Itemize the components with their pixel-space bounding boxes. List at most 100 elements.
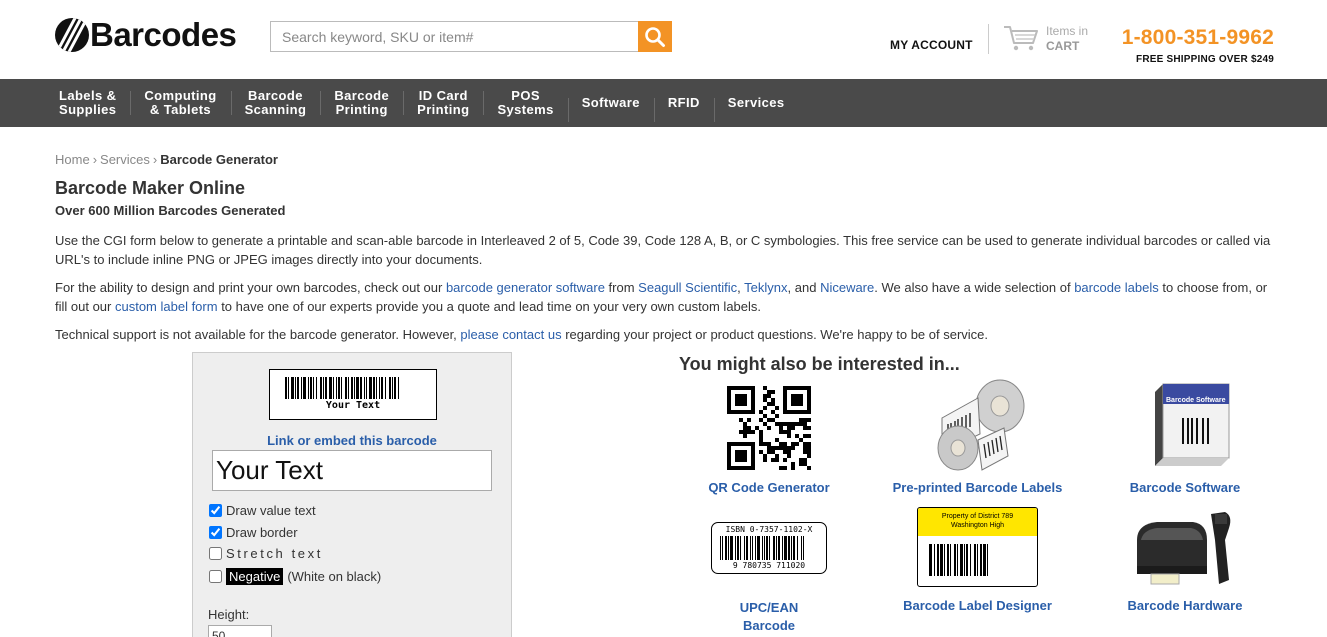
option-draw-border[interactable]: Draw border bbox=[208, 525, 298, 540]
qr-module bbox=[775, 458, 779, 462]
qr-module bbox=[807, 386, 811, 390]
barcode-bar bbox=[725, 536, 727, 560]
qr-module bbox=[795, 394, 799, 398]
option-draw-value-text[interactable]: Draw value text bbox=[208, 503, 316, 518]
link-niceware[interactable]: Niceware bbox=[820, 280, 874, 295]
barcode-bar bbox=[755, 536, 756, 560]
link-custom-label-form[interactable]: custom label form bbox=[115, 299, 218, 314]
nav-item-services[interactable]: Services bbox=[713, 96, 799, 122]
barcode-bar bbox=[728, 536, 729, 560]
qr-module bbox=[803, 446, 807, 450]
tile-label[interactable]: Barcode Software bbox=[1115, 479, 1255, 497]
negative-checkbox[interactable] bbox=[209, 570, 222, 583]
qr-module bbox=[743, 422, 747, 426]
qr-module bbox=[787, 422, 791, 426]
nav-item-id-card-printing[interactable]: ID Card Printing bbox=[403, 89, 483, 117]
tile-barcode-software[interactable]: Barcode Software Barcode Software bbox=[1115, 378, 1255, 500]
qr-module bbox=[791, 410, 795, 414]
tile-upc-ean-generator[interactable]: ISBN 0-7357-1102-X 9 780735 711020 UPC/E… bbox=[695, 518, 843, 637]
barcode-bar bbox=[385, 377, 386, 399]
qr-module bbox=[735, 410, 739, 414]
qr-module bbox=[787, 450, 791, 454]
nav-item-rfid[interactable]: RFID bbox=[653, 96, 714, 122]
qr-module bbox=[759, 418, 763, 422]
nav-item-labels-supplies[interactable]: Labels & Supplies bbox=[45, 89, 130, 117]
link-teklynx[interactable]: Teklynx bbox=[744, 280, 787, 295]
qr-module bbox=[739, 398, 743, 402]
qr-module bbox=[771, 446, 775, 450]
draw-value-checkbox[interactable] bbox=[209, 504, 222, 517]
software-box-text: Barcode Software bbox=[1166, 397, 1226, 404]
search-button[interactable] bbox=[638, 21, 672, 52]
stretch-text-checkbox[interactable] bbox=[209, 547, 222, 560]
barcode-bar bbox=[308, 377, 309, 399]
qr-module bbox=[739, 410, 743, 414]
cart-label-cart: CART bbox=[1046, 39, 1080, 53]
qr-module bbox=[771, 450, 775, 454]
option-stretch-text[interactable]: Stretch text bbox=[208, 546, 323, 561]
tile-label[interactable]: UPC/EAN Barcode Generator bbox=[715, 599, 823, 637]
tile-label[interactable]: Pre-printed Barcode Labels bbox=[880, 479, 1075, 497]
software-paragraph: For the ability to design and print your… bbox=[55, 280, 1268, 314]
nav-item-barcode-scanning[interactable]: Barcode Scanning bbox=[230, 89, 321, 117]
tile-label[interactable]: Barcode Hardware bbox=[1115, 597, 1255, 615]
label-rolls-icon bbox=[937, 379, 1025, 471]
qr-module bbox=[799, 398, 803, 402]
cart-link[interactable]: Items in CART bbox=[1003, 24, 1088, 54]
search-input[interactable] bbox=[270, 21, 638, 52]
qr-module bbox=[807, 450, 811, 454]
phone-number[interactable]: 1-800-351-9962 bbox=[1122, 26, 1274, 50]
tile-barcode-hardware[interactable]: Barcode Hardware bbox=[1115, 506, 1255, 621]
barcode-bar bbox=[740, 536, 741, 560]
barcode-bar bbox=[301, 377, 302, 399]
qr-module bbox=[795, 402, 799, 406]
qr-module bbox=[763, 406, 767, 410]
qr-module bbox=[775, 454, 779, 458]
qr-module bbox=[807, 426, 811, 430]
barcode-bar bbox=[369, 377, 372, 399]
qr-module bbox=[803, 450, 807, 454]
tile-label[interactable]: Barcode Label Designer bbox=[880, 597, 1075, 615]
qr-module bbox=[803, 410, 807, 414]
qr-module bbox=[739, 402, 743, 406]
qr-module bbox=[767, 450, 771, 454]
qr-module bbox=[807, 466, 811, 470]
cart-label-items: Items in bbox=[1046, 24, 1089, 38]
link-seagull-scientific[interactable]: Seagull Scientific bbox=[638, 280, 737, 295]
link-barcode-generator-software[interactable]: barcode generator software bbox=[446, 280, 605, 295]
barcode-bar bbox=[980, 544, 982, 576]
site-logo[interactable]: Barcodes bbox=[55, 17, 237, 53]
barcode-text-input[interactable] bbox=[212, 450, 492, 491]
tile-preprinted-labels[interactable]: Pre-printed Barcode Labels bbox=[880, 378, 1075, 500]
barcode-bar bbox=[735, 536, 736, 560]
draw-border-checkbox[interactable] bbox=[209, 526, 222, 539]
nav-item-computing-tablets[interactable]: Computing & Tablets bbox=[130, 89, 230, 117]
qr-module bbox=[763, 414, 767, 418]
tile-qr-code-generator[interactable]: QR Code Generator bbox=[695, 382, 843, 500]
link-barcode-labels[interactable]: barcode labels bbox=[1074, 280, 1159, 295]
barcode-bar bbox=[722, 536, 723, 560]
height-input[interactable] bbox=[208, 625, 272, 637]
nav-item-barcode-printing[interactable]: Barcode Printing bbox=[320, 89, 403, 117]
barcode-bar bbox=[366, 377, 367, 399]
designer-line2: Washington High bbox=[950, 522, 1005, 529]
barcode-bar bbox=[379, 377, 380, 399]
option-negative[interactable]: Negative (White on black) bbox=[208, 568, 381, 585]
qr-module bbox=[767, 446, 771, 450]
embed-barcode-link[interactable]: Link or embed this barcode bbox=[193, 433, 511, 448]
breadcrumb-services[interactable]: Services bbox=[100, 152, 150, 167]
barcode-bar bbox=[983, 544, 986, 576]
tile-barcode-label-designer[interactable]: Property of District 789 Washington High… bbox=[880, 505, 1075, 620]
tile-label[interactable]: QR Code Generator bbox=[695, 479, 843, 497]
breadcrumb-separator: › bbox=[152, 152, 158, 167]
qr-module bbox=[743, 434, 747, 438]
header-divider bbox=[988, 24, 989, 54]
qr-module bbox=[807, 442, 811, 446]
barcode-bar bbox=[323, 377, 324, 399]
nav-item-pos-systems[interactable]: POS Systems bbox=[483, 89, 567, 117]
qr-module bbox=[791, 442, 795, 446]
breadcrumb-home[interactable]: Home bbox=[55, 152, 90, 167]
nav-item-software[interactable]: Software bbox=[567, 96, 654, 122]
my-account-link[interactable]: MY ACCOUNT bbox=[890, 38, 973, 52]
link-contact-us[interactable]: please contact us bbox=[460, 327, 561, 342]
